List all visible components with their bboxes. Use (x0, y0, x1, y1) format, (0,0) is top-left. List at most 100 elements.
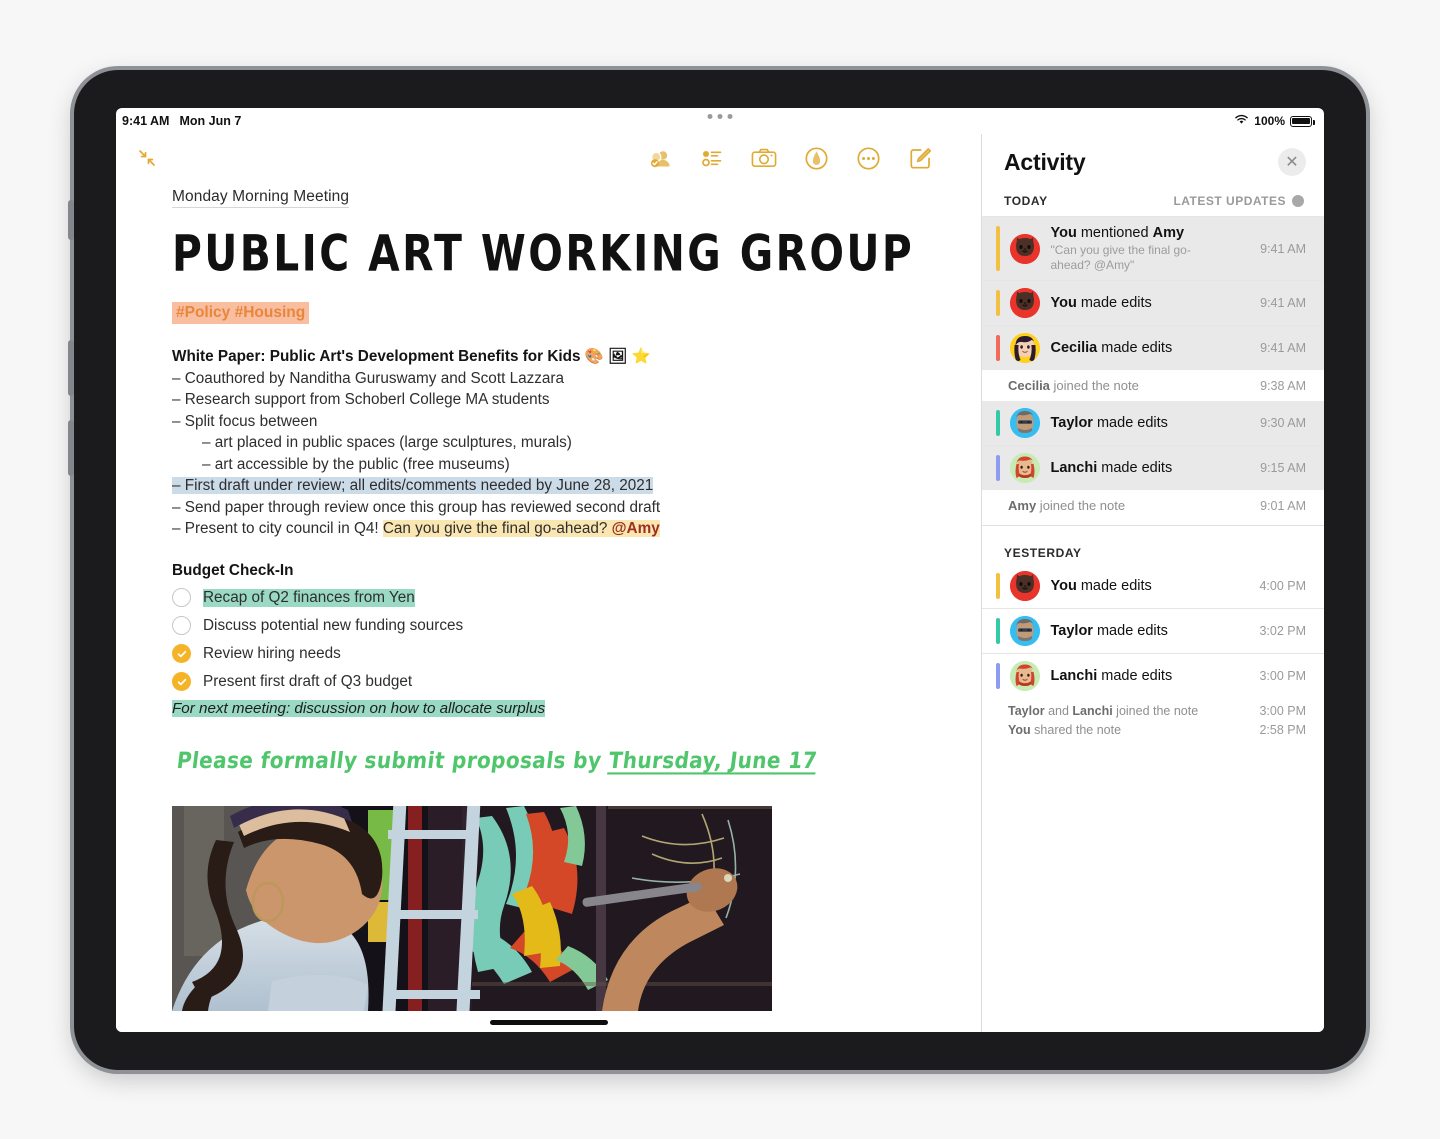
activity-action: made edits (1097, 668, 1173, 684)
todo-item[interactable]: Discuss potential new funding sources (172, 612, 955, 640)
activity-actor: Cecilia (1050, 340, 1098, 356)
avatar (1009, 408, 1040, 438)
activity-actor: You (1050, 225, 1077, 241)
activity-row[interactable]: You made edits 9:41 AM (982, 280, 1324, 325)
activity-action: mentioned (1076, 225, 1153, 241)
activity-actor: Cecilia (1008, 378, 1050, 393)
activity-target: Amy (1152, 225, 1185, 241)
note-toolbar (116, 134, 981, 182)
activity-join-row: Cecilia joined the note 9:38 AM (982, 370, 1324, 401)
activity-time: 3:00 PM (1259, 704, 1306, 718)
note-title: PUBLIC ART WORKING GROUP (172, 224, 915, 283)
note-bullet: – Research support from Schoberl College… (172, 391, 550, 409)
activity-row[interactable]: You made edits 4:00 PM (982, 564, 1324, 608)
activity-actor: Amy (1008, 498, 1037, 513)
latest-updates-control[interactable]: LATEST UPDATES (1173, 194, 1304, 208)
activity-action: joined the note (1036, 498, 1126, 513)
avatar (1009, 233, 1040, 264)
clock-icon (1292, 195, 1304, 207)
note-sub-bullet: – art accessible by the public (free mus… (202, 455, 510, 473)
activity-time: 9:30 AM (1260, 416, 1306, 430)
activity-text: Taylor made edits (1051, 622, 1168, 640)
checkbox-unchecked-icon[interactable] (172, 588, 191, 608)
compose-icon[interactable] (907, 145, 933, 171)
activity-row[interactable]: Cecilia made edits 9:41 AM (982, 325, 1324, 370)
yesterday-section: YESTERDAY You made edits 4:00 PM Taylor … (982, 526, 1324, 742)
activity-text: Lanchi made edits (1051, 667, 1173, 685)
activity-time: 9:41 AM (1260, 241, 1306, 256)
activity-text: Lanchi made edits (1051, 459, 1173, 477)
note-subtitle: Monday Morning Meeting (172, 188, 350, 208)
activity-text: You made edits (1051, 577, 1152, 595)
activity-text: You mentioned Amy (1051, 225, 1185, 241)
close-icon[interactable]: ✕ (1278, 148, 1306, 176)
activity-time: 9:41 AM (1260, 296, 1306, 310)
todo-item[interactable]: Review hiring needs (172, 640, 955, 668)
today-label: TODAY (1004, 194, 1048, 208)
multitask-dots-icon[interactable] (707, 114, 733, 119)
woman-painting-mural-photo[interactable] (172, 805, 772, 1011)
activity-color-bar (996, 573, 1000, 599)
q4-bullet-prefix: – Present to city council in Q4! (172, 520, 383, 538)
activity-join-row: Amy joined the note 9:01 AM (982, 490, 1324, 521)
amy-mention[interactable]: @Amy (612, 520, 660, 537)
today-activity-list: You mentioned Amy "Can you give the fina… (982, 216, 1324, 521)
activity-actor: Taylor (1050, 623, 1093, 639)
activity-time: 3:02 PM (1259, 624, 1306, 638)
activity-tail-line: Taylor and Lanchi joined the note 3:00 P… (1008, 702, 1306, 721)
q4-highlight-text: Can you give the final go-ahead? (382, 520, 612, 538)
checkbox-checked-icon[interactable] (172, 672, 191, 692)
todo-label: Discuss potential new funding sources (203, 616, 464, 634)
tail-actor-2: Lanchi (1072, 704, 1113, 718)
activity-row[interactable]: Taylor made edits 3:02 PM (982, 608, 1324, 653)
activity-row[interactable]: Lanchi made edits 3:00 PM (982, 653, 1324, 698)
activity-tail: Taylor and Lanchi joined the note 3:00 P… (982, 698, 1324, 742)
todo-label: Present first draft of Q3 budget (203, 672, 413, 690)
todo-item[interactable]: Present first draft of Q3 budget (172, 668, 955, 696)
tail-actor-1: You (1008, 723, 1031, 737)
activity-action: made edits (1076, 578, 1152, 594)
ipad-screen: 9:41 AM Mon Jun 7 100% Monday Morning Me… (116, 108, 1324, 1032)
note-tags[interactable]: #Policy #Housing (172, 302, 310, 325)
activity-row[interactable]: Lanchi made edits 9:15 AM (982, 445, 1324, 490)
activity-color-bar (996, 410, 1000, 436)
handwriting-underlined-date: Thursday, June 17 (607, 746, 819, 774)
activity-action: made edits (1097, 340, 1173, 356)
yesterday-label: YESTERDAY (1004, 546, 1082, 560)
avatar (1009, 616, 1040, 646)
todo-label: Review hiring needs (203, 644, 341, 662)
checkbox-checked-icon[interactable] (172, 644, 191, 664)
activity-row[interactable]: Taylor made edits 9:30 AM (982, 401, 1324, 445)
activity-action: made edits (1076, 295, 1152, 311)
activity-text: Cecilia made edits (1051, 339, 1173, 357)
status-time: 9:41 AM (122, 114, 170, 128)
budget-heading: Budget Check-In (172, 561, 294, 579)
todo-label: Recap of Q2 finances from Yen (203, 588, 415, 607)
activity-actor: Taylor (1050, 415, 1093, 431)
share-collaborate-icon[interactable] (647, 145, 673, 171)
markup-pen-icon[interactable] (803, 145, 829, 171)
todo-item[interactable]: Recap of Q2 finances from Yen (172, 584, 955, 612)
activity-actor: You (1050, 295, 1077, 311)
status-bar: 9:41 AM Mon Jun 7 100% (116, 108, 1324, 134)
checkbox-unchecked-icon[interactable] (172, 616, 191, 636)
device-side-buttons (68, 70, 78, 1070)
activity-title: Activity (1004, 148, 1086, 175)
activity-row[interactable]: You mentioned Amy "Can you give the fina… (982, 217, 1324, 280)
tail-rest: shared the note (1030, 723, 1122, 737)
activity-quote: "Can you give the final go-ahead? @Amy" (1050, 243, 1191, 272)
checklist-icon[interactable] (699, 145, 725, 171)
avatar (1009, 333, 1040, 363)
more-ellipsis-icon[interactable] (855, 145, 881, 171)
activity-time: 9:15 AM (1260, 461, 1306, 475)
collapse-arrows-icon[interactable] (130, 141, 164, 175)
battery-percent: 100% (1254, 114, 1285, 128)
wifi-icon (1234, 114, 1249, 128)
activity-action: made edits (1097, 460, 1173, 476)
activity-header: Activity ✕ (982, 134, 1324, 184)
avatar (1009, 453, 1040, 483)
camera-icon[interactable] (751, 145, 777, 171)
highlighted-deadline-bullet: – First draft under review; all edits/co… (172, 477, 654, 495)
white-paper-heading: White Paper: Public Art's Development Be… (172, 348, 651, 366)
activity-action: made edits (1092, 415, 1168, 431)
